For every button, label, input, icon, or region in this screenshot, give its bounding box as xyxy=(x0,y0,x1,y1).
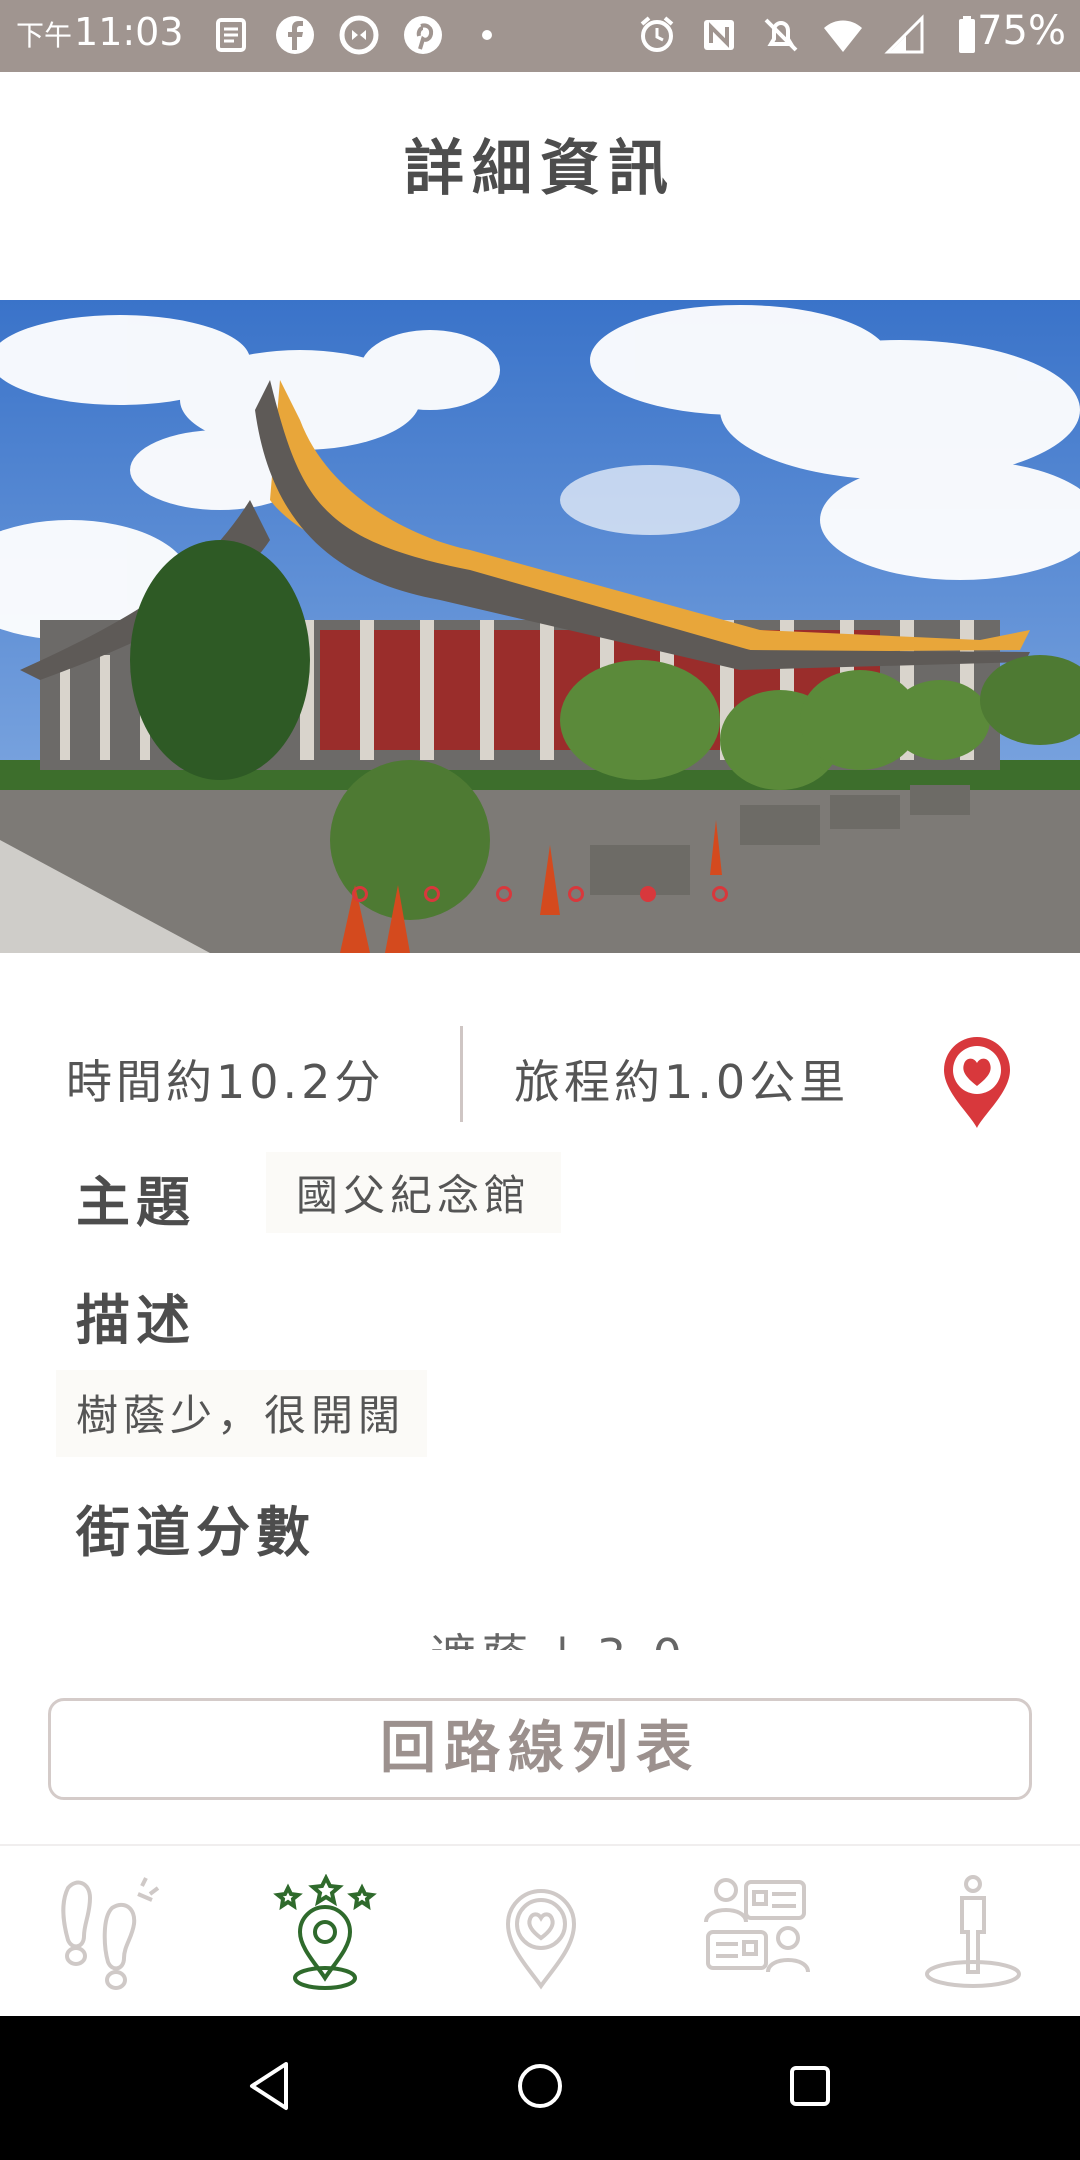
heart-pin-icon[interactable] xyxy=(940,1034,1014,1130)
theme-label: 主題 xyxy=(76,1171,196,1234)
back-icon[interactable] xyxy=(240,2056,300,2116)
system-nav-bar xyxy=(0,2016,1080,2160)
bottom-nav xyxy=(0,1844,1080,2018)
nav-item-profile[interactable] xyxy=(918,1874,1028,1994)
street-score-item: 遮蔭 | 3.0 xyxy=(430,1620,688,1650)
nav-item-contacts[interactable] xyxy=(702,1874,812,1994)
alarm-icon xyxy=(640,16,674,52)
back-to-route-list-button[interactable]: 回路線列表 xyxy=(48,1698,1032,1800)
carousel-dot[interactable] xyxy=(712,886,728,902)
signal-icon xyxy=(884,14,924,54)
carousel-indicator xyxy=(0,886,1080,910)
route-info-row: 時間約10.2分 旅程約1.0公里 xyxy=(0,1010,1080,1130)
carousel-dot-active[interactable] xyxy=(640,886,656,902)
carousel-dot[interactable] xyxy=(424,886,440,902)
street-score-list[interactable]: 遮蔭 | 3.0 xyxy=(0,1600,1080,1650)
status-ampm: 下午 xyxy=(16,19,73,52)
status-clock: 11:03 xyxy=(74,10,184,54)
home-icon[interactable] xyxy=(510,2056,570,2116)
carousel-dot[interactable] xyxy=(496,886,512,902)
heart-location-icon xyxy=(505,1889,577,1990)
header: 詳細資訊 xyxy=(0,72,1080,300)
nav-item-footsteps[interactable] xyxy=(54,1874,164,1994)
route-time: 時間約10.2分 xyxy=(66,1055,385,1109)
status-right-icons xyxy=(636,14,988,56)
status-left-icons xyxy=(210,14,508,56)
footsteps-icon xyxy=(61,1877,160,1990)
mute-icon xyxy=(764,18,798,52)
recents-icon[interactable] xyxy=(780,2056,840,2116)
carousel-dot[interactable] xyxy=(352,886,368,902)
facebook-icon xyxy=(276,16,314,54)
wifi-icon xyxy=(824,20,862,52)
battery-percent: 75% xyxy=(977,8,1066,54)
pinterest-icon xyxy=(404,16,442,54)
sync-icon xyxy=(339,15,379,55)
status-time: 下午11:03 xyxy=(16,10,184,54)
dot-icon xyxy=(482,30,492,40)
theme-value: 國父紀念館 xyxy=(266,1152,562,1233)
hero-image-carousel[interactable] xyxy=(0,300,1080,953)
route-distance: 旅程約1.0公里 xyxy=(514,1055,850,1109)
nav-item-attractions[interactable] xyxy=(270,1874,380,1994)
star-location-icon xyxy=(273,1874,377,1990)
news-icon xyxy=(216,18,246,52)
description-value: 樹蔭少，很開闊 xyxy=(56,1370,428,1457)
person-standing-icon xyxy=(925,1875,1021,1988)
carousel-dot[interactable] xyxy=(568,886,584,902)
nav-item-favorites[interactable] xyxy=(486,1874,596,1994)
street-score-label: 街道分數 xyxy=(76,1501,316,1564)
status-bar: 下午11:03 75% xyxy=(0,0,1080,72)
divider xyxy=(460,1026,463,1122)
description-label: 描述 xyxy=(76,1289,196,1352)
nfc-icon xyxy=(704,20,734,50)
memorial-hall-photo xyxy=(0,300,1080,953)
page-title: 詳細資訊 xyxy=(404,134,676,204)
contacts-icon xyxy=(704,1878,810,1973)
